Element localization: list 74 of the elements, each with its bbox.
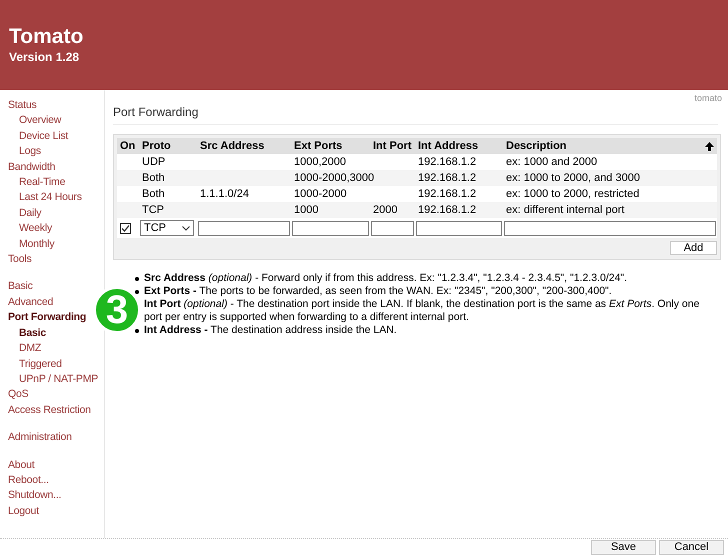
sidebar-link[interactable]: Port Forwarding [8, 310, 86, 326]
table-cell: UDP [142, 156, 166, 168]
input-field[interactable] [292, 220, 369, 236]
sidebar-link[interactable]: Reboot... [8, 472, 49, 488]
sidebar-link[interactable]: Tools [8, 252, 32, 268]
help-note: Src Address (optional) - Forward only if from this address. Ex: "1.2.3.4", "1.2.3.4 - 2.3.4.5", "1.2.3.0/24". [144, 272, 628, 285]
sidebar-link[interactable]: UPnP / NAT-PMP [19, 372, 98, 388]
help-note: Ext Ports - The ports to be forwarded, as seen from the WAN. Ex: "2345", "200,300", "200-300,400". [144, 285, 612, 298]
bullet-icon [135, 277, 139, 281]
input-field[interactable] [416, 220, 502, 236]
sidebar-link[interactable]: Monthly [19, 236, 54, 252]
table-cell: 192.168.1.2 [418, 188, 476, 200]
table-cell: Both [142, 188, 165, 200]
column-header[interactable]: On [120, 138, 136, 154]
table-cell: ex: different internal port [506, 204, 624, 216]
column-header[interactable]: Description [506, 138, 567, 154]
sidebar-link[interactable]: Administration [8, 430, 72, 446]
column-header[interactable]: Int Address [418, 138, 478, 154]
bullet-icon [135, 290, 139, 294]
enable-checkbox[interactable] [120, 222, 131, 234]
sidebar-link[interactable]: Advanced [8, 294, 54, 310]
sidebar-link[interactable]: Status [8, 98, 37, 114]
version-label: Version 1.28 [9, 49, 80, 65]
table-cell: ex: 1000 and 2000 [506, 156, 598, 168]
sidebar-link[interactable]: About [8, 458, 34, 473]
step-badge: 3 [93, 286, 141, 334]
table-cell: 192.168.1.2 [418, 172, 476, 184]
footer-button[interactable]: Cancel [659, 540, 724, 555]
app-title: Tomato [9, 25, 84, 49]
table-cell: 2000 [373, 204, 398, 216]
sidebar-link[interactable]: Logs [19, 144, 41, 160]
sidebar-link[interactable]: QoS [8, 387, 28, 403]
add-button[interactable]: Add [670, 241, 717, 255]
sidebar-link[interactable]: Basic [8, 279, 33, 295]
table-cell: Both [142, 172, 165, 184]
sidebar-link[interactable]: Logout [8, 504, 39, 520]
sidebar-link[interactable]: Shutdown... [8, 488, 62, 504]
sidebar-link[interactable]: Overview [19, 113, 62, 129]
sidebar-link[interactable]: Bandwidth [8, 160, 56, 176]
section-title: Port Forwarding [113, 104, 718, 125]
table-cell: 1000,2000 [294, 156, 346, 168]
column-header[interactable]: Src Address [200, 138, 264, 154]
table-cell: 192.168.1.2 [418, 204, 476, 216]
input-field[interactable] [371, 220, 414, 236]
protocol-select[interactable]: TCP [140, 220, 194, 236]
column-header[interactable]: Ext Ports [294, 138, 342, 154]
table-cell: 1000 [294, 204, 318, 216]
sidebar-link[interactable]: DMZ [19, 341, 42, 356]
brand-label: tomato [694, 92, 722, 104]
table-cell: TCP [142, 204, 164, 216]
sidebar-link[interactable]: Access Restriction [8, 402, 91, 418]
table-cell: ex: 1000 to 2000, restricted [506, 188, 640, 200]
table-cell: 1000-2000,3000 [294, 172, 374, 184]
sidebar-link[interactable]: Real-Time [19, 175, 66, 190]
input-field[interactable] [504, 220, 716, 236]
sidebar-link[interactable]: Last 24 Hours [19, 190, 82, 206]
help-note: Int Port (optional) - The destination port inside the LAN. If blank, the destination port is the same as Ext Ports. Only one port per entry is supported when forwarding to a different internal port. [144, 298, 700, 324]
bullet-icon [135, 329, 139, 333]
help-note: Int Address - The destination address inside the LAN. [144, 324, 397, 337]
table-cell: 1000-2000 [294, 188, 347, 200]
sort-arrow-icon[interactable] [705, 142, 714, 150]
table-cell: 1.1.1.0/24 [200, 188, 249, 200]
chevron-icon [182, 226, 190, 230]
sidebar-link[interactable]: Basic [19, 326, 46, 342]
column-header[interactable]: Int Port [373, 138, 412, 154]
sidebar-link[interactable]: Triggered [19, 356, 62, 372]
sidebar-link[interactable]: Device List [19, 128, 68, 144]
column-header[interactable]: Proto [142, 138, 171, 154]
footer-button[interactable]: Save [591, 540, 656, 555]
table-cell: ex: 1000 to 2000, and 3000 [506, 172, 640, 184]
sidebar-link[interactable]: Weekly [19, 221, 52, 237]
input-field[interactable] [198, 220, 290, 236]
sidebar-link[interactable]: Daily [19, 206, 42, 222]
table-cell: 192.168.1.2 [418, 156, 476, 168]
